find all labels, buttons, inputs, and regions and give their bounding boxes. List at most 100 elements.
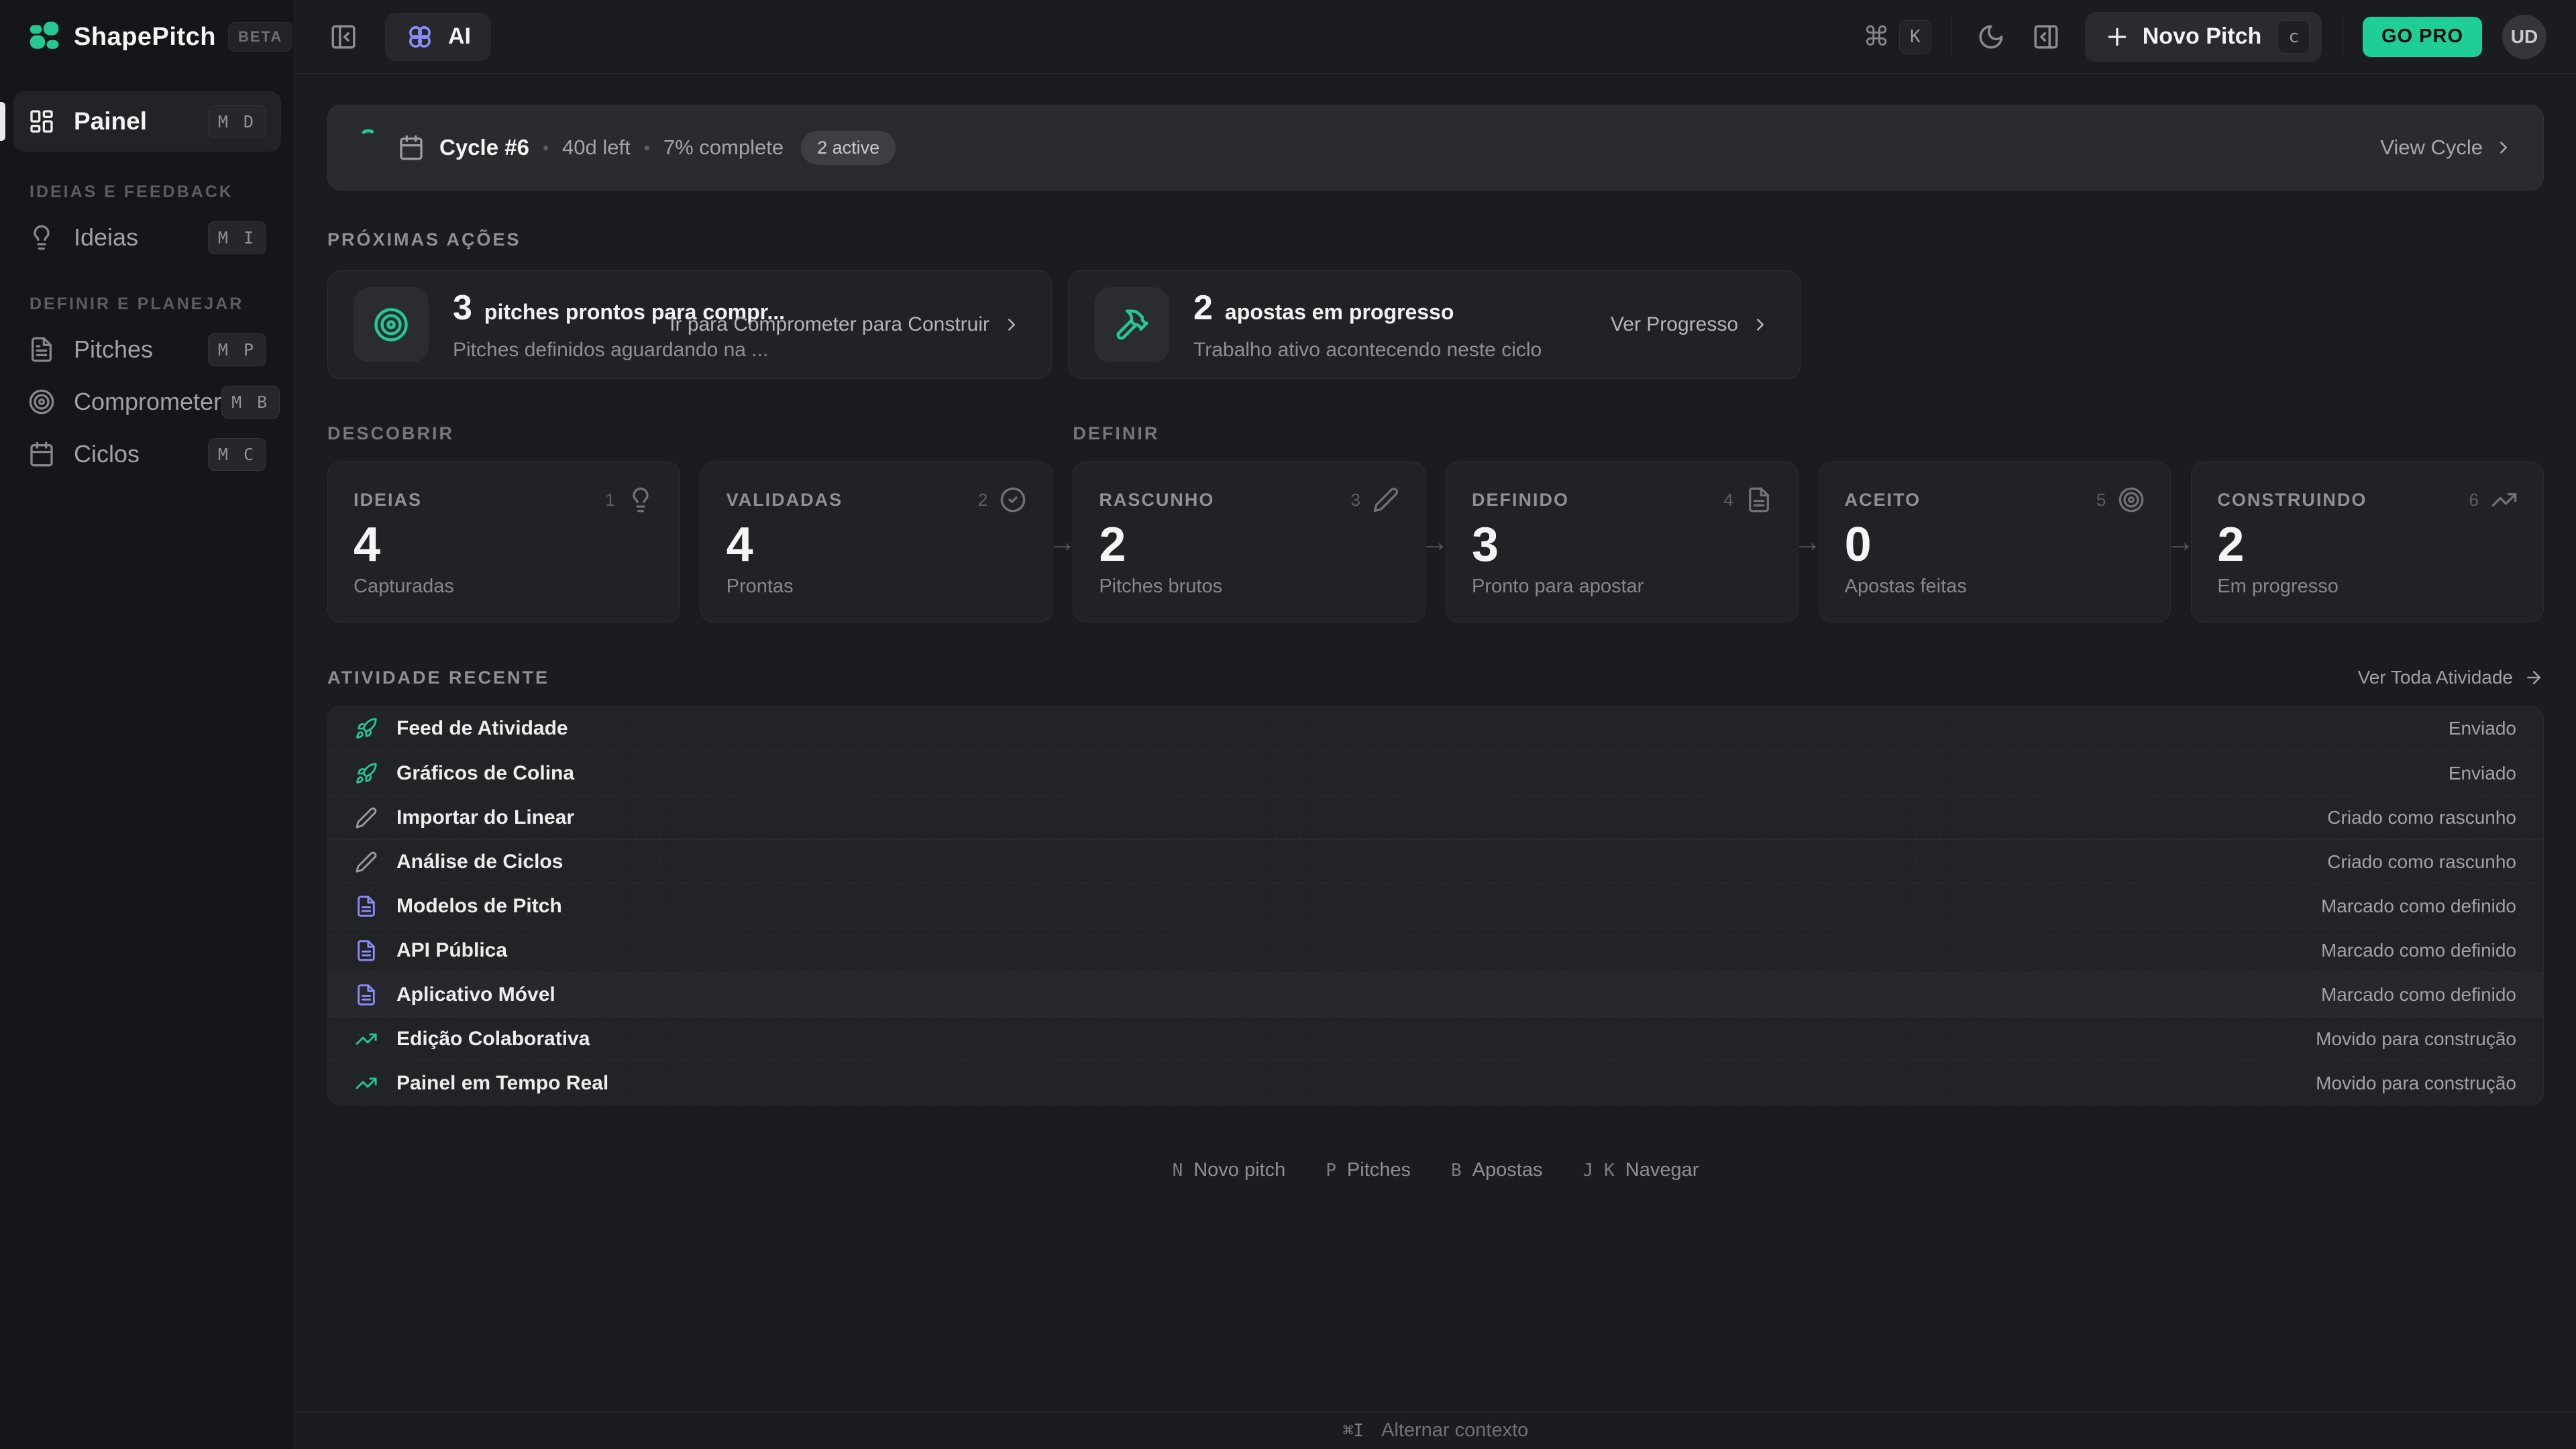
view-all-activity-link[interactable]: Ver Toda Atividade [2358, 667, 2544, 688]
hint-label: Pitches [1346, 1159, 1411, 1181]
next-actions-row: 3 pitches prontos para compr... Pitches … [327, 270, 2544, 379]
stage-card-validadas[interactable]: VALIDADAS 2 4 Prontas → [700, 462, 1076, 623]
action-card-comprometer[interactable]: 3 pitches prontos para compr... Pitches … [327, 270, 1052, 379]
nav-section-ideias-feedback: IDEIAS E FEEDBACK [30, 182, 233, 201]
flow-arrow-icon: → [1793, 526, 1822, 557]
topbar: AI ⌘ K Novo Pitch c GO PRO UD [295, 0, 2576, 74]
stage-title: IDEIAS [354, 489, 423, 510]
activity-row[interactable]: Gráficos de Colina Enviado [328, 751, 2543, 795]
activity-row[interactable]: Importar do Linear Criado como rascunho [328, 795, 2543, 839]
sidebar-item-pitches[interactable]: Pitches M P [13, 323, 281, 376]
collapse-sidebar-button[interactable] [325, 18, 362, 56]
stage-value: 0 [1844, 517, 1872, 572]
stage-card-aceito[interactable]: ACEITO 5 0 Apostas feitas → [1818, 462, 2194, 623]
cmd-i-key: ⌘I [1342, 1420, 1364, 1441]
activity-header: ATIVIDADE RECENTE Ver Toda Atividade [327, 667, 2544, 688]
ai-button[interactable]: AI [385, 12, 491, 61]
brand-name: ShapePitch [74, 22, 216, 51]
pipeline-header-descobrir: DESCOBRIR [327, 423, 455, 443]
stage-number: 4 [1723, 489, 1733, 510]
command-k-key[interactable]: K [1899, 19, 1931, 54]
shortcut-badge: M P [207, 333, 266, 366]
keyboard-hints: N Novo pitch P Pitches B Apostas J K Nav… [327, 1159, 2544, 1181]
shapepitch-logo-icon [30, 21, 59, 49]
target-icon [374, 308, 408, 341]
activity-label: Feed de Atividade [396, 717, 568, 739]
activity-row[interactable]: Aplicativo Móvel Marcado como definido [328, 972, 2543, 1016]
activity-row[interactable]: Painel em Tempo Real Movido para constru… [328, 1061, 2543, 1105]
context-bar[interactable]: ⌘I Alternar contexto [295, 1411, 2576, 1449]
cycle-banner[interactable]: Cycle #6 • 40d left • 7% complete 2 acti… [327, 105, 2544, 191]
app-window: ShapePitch BETA Painel M D IDEIAS E FEED… [0, 0, 2576, 1449]
view-cycle-link[interactable]: View Cycle [2380, 136, 2514, 160]
stage-value: 4 [354, 517, 381, 572]
stage-card-ideias[interactable]: IDEIAS 1 4 Capturadas [327, 462, 680, 623]
stage-title: CONSTRUINDO [2217, 489, 2367, 510]
action-card-progresso[interactable]: 2 apostas em progresso Trabalho ativo ac… [1068, 270, 1801, 379]
hint-novo-pitch: N Novo pitch [1173, 1159, 1286, 1181]
hint-label: Novo pitch [1193, 1159, 1286, 1181]
activity-row[interactable]: Modelos de Pitch Marcado como definido [328, 883, 2543, 928]
pencil-icon [356, 851, 377, 873]
activity-label: Edição Colaborativa [396, 1027, 590, 1050]
chevron-right-icon [2500, 142, 2507, 154]
new-pitch-button[interactable]: Novo Pitch c [2084, 11, 2322, 62]
new-pitch-key: c [2277, 19, 2310, 54]
calendar-icon [400, 135, 423, 160]
dot-separator: • [542, 137, 549, 158]
activity-row[interactable]: API Pública Marcado como definido [328, 928, 2543, 972]
activity-row[interactable]: Análise de Ciclos Criado como rascunho [328, 839, 2543, 883]
stage-card-definido[interactable]: DEFINIDO 4 3 Pronto para apostar → [1446, 462, 1822, 623]
sidebar-item-painel[interactable]: Painel M D [0, 91, 281, 152]
arrow-right-icon [2527, 671, 2540, 684]
activity-status: Movido para construção [2316, 1028, 2516, 1049]
stage-number: 1 [605, 489, 615, 510]
sidebar-item-label: Pitches [74, 335, 154, 363]
chevron-right-icon [1757, 319, 1764, 331]
context-label: Alternar contexto [1381, 1419, 1529, 1441]
stage-sublabel: Apostas feitas [1844, 576, 1967, 597]
stage-card-rascunho[interactable]: RASCUNHO 3 2 Pitches brutos → [1073, 462, 1449, 623]
stage-card-construindo[interactable]: CONSTRUINDO 6 2 Em progresso [2191, 462, 2544, 623]
activity-label: Análise de Ciclos [396, 850, 564, 873]
dashboard-icon [30, 110, 53, 133]
activity-status: Marcado como definido [2320, 895, 2516, 916]
sidebar-item-ciclos[interactable]: Ciclos M C [13, 428, 281, 480]
activity-row[interactable]: Edição Colaborativa Movido para construç… [328, 1016, 2543, 1061]
pencil-icon [1373, 487, 1399, 513]
sidebar-item-comprometer[interactable]: Comprometer M B [13, 376, 281, 428]
stage-value: 4 [726, 517, 753, 572]
sidebar-item-label: Ciclos [74, 440, 140, 468]
logo-row: ShapePitch BETA [0, 0, 294, 74]
activity-status: Criado como rascunho [2327, 851, 2516, 872]
cycle-name: Cycle #6 [439, 135, 529, 160]
cycle-progress: 7% complete [663, 136, 784, 159]
hint-label: Navegar [1625, 1159, 1699, 1181]
active-indicator [0, 102, 5, 141]
hint-label: Apostas [1472, 1159, 1543, 1181]
activity-label: Painel em Tempo Real [396, 1071, 609, 1094]
user-avatar[interactable]: UD [2502, 14, 2546, 59]
action-count: 3 [453, 288, 472, 327]
hint-navegar: J K Navegar [1582, 1159, 1699, 1181]
lightbulb-icon [34, 225, 50, 250]
sidebar-item-ideias[interactable]: Ideias M I [13, 211, 281, 264]
shortcut-badge: M C [207, 437, 266, 471]
topbar-right: ⌘ K Novo Pitch c GO PRO UD [1863, 11, 2546, 62]
hammer-icon [1116, 309, 1148, 340]
file-text-icon [32, 337, 52, 362]
pipeline-headers: DESCOBRIR DEFINIR [327, 423, 2544, 444]
shortcut-badge: M I [207, 221, 266, 254]
action-link[interactable]: Ir para Comprometer para Construir [649, 313, 1022, 336]
theme-toggle-button[interactable] [1972, 18, 2010, 56]
activity-row[interactable]: Feed de Atividade Enviado [328, 706, 2543, 751]
beta-badge: BETA [227, 22, 293, 52]
activity-title: ATIVIDADE RECENTE [327, 667, 550, 688]
stage-sublabel: Pronto para apostar [1472, 576, 1644, 597]
activity-label: Modelos de Pitch [396, 894, 562, 917]
activity-status: Marcado como definido [2320, 983, 2516, 1005]
right-panel-toggle-button[interactable] [2027, 18, 2065, 56]
action-link[interactable]: Ver Progresso [1591, 313, 1770, 336]
activity-status: Movido para construção [2316, 1072, 2516, 1093]
go-pro-button[interactable]: GO PRO [2362, 16, 2482, 57]
